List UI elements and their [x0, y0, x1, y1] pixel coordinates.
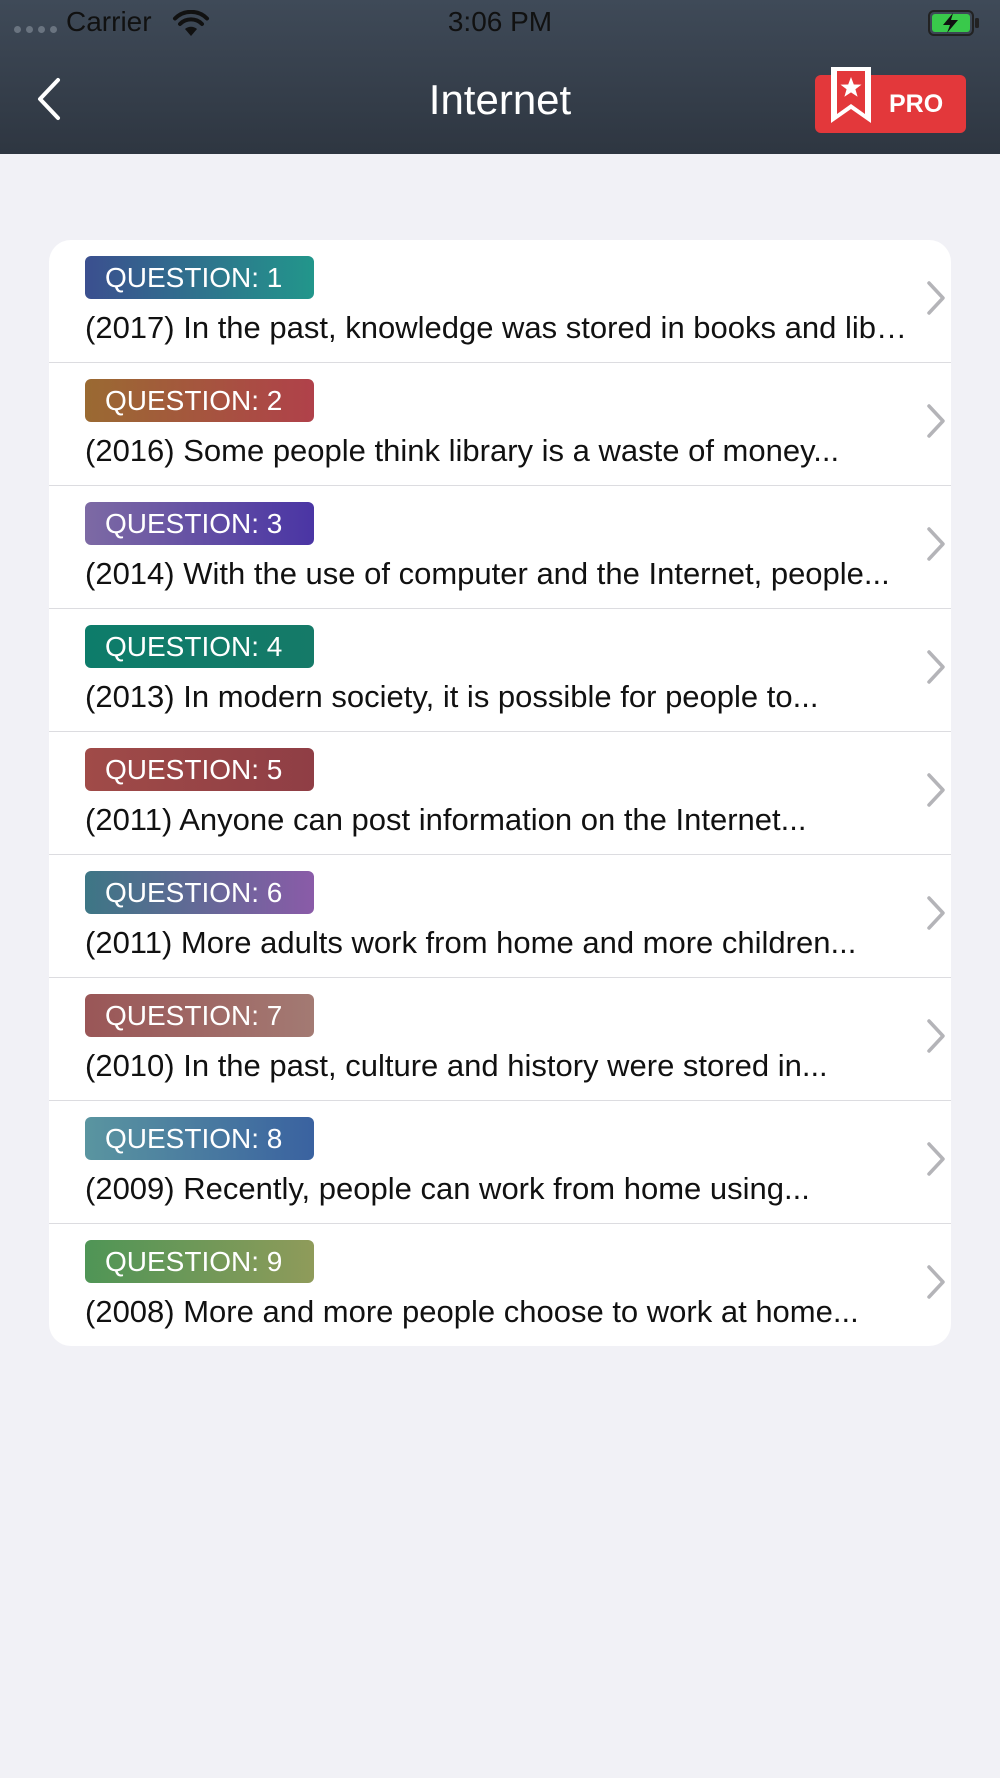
- question-row[interactable]: QUESTION: 9 (2008) More and more people c…: [49, 1224, 951, 1346]
- question-text: (2014) With the use of computer and the …: [85, 556, 890, 591]
- chevron-right-icon: [927, 773, 945, 807]
- status-time: 3:06 PM: [447, 6, 553, 37]
- chevron-right-icon: [927, 281, 945, 315]
- question-number-badge: QUESTION: 8: [85, 1117, 314, 1160]
- chevron-right-icon: [927, 896, 945, 930]
- question-text: (2009) Recently, people can work from ho…: [85, 1171, 810, 1206]
- question-number-badge: QUESTION: 9: [85, 1240, 314, 1283]
- battery-charging-icon: [928, 10, 979, 36]
- question-number-badge: QUESTION: 1: [85, 256, 314, 299]
- question-text: (2008) More and more people choose to wo…: [85, 1294, 859, 1329]
- question-text: (2011) More adults work from home and mo…: [85, 925, 857, 960]
- pro-upgrade-button[interactable]: PRO: [815, 67, 966, 133]
- question-number-badge: QUESTION: 5: [85, 748, 314, 791]
- question-number-badge: QUESTION: 4: [85, 625, 314, 668]
- bookmark-star-icon: [831, 67, 871, 123]
- question-number-badge: QUESTION: 2: [85, 379, 314, 422]
- chevron-right-icon: [927, 1019, 945, 1053]
- question-row[interactable]: QUESTION: 5 (2011) Anyone can post inform…: [49, 732, 951, 855]
- question-text: (2016) Some people think library is a wa…: [85, 433, 840, 468]
- question-number-badge: QUESTION: 7: [85, 994, 314, 1037]
- pro-label: PRO: [889, 90, 944, 118]
- question-text: (2017) In the past, knowledge was stored…: [85, 310, 907, 345]
- question-row[interactable]: QUESTION: 4 (2013) In modern society, it …: [49, 609, 951, 732]
- question-number-badge: QUESTION: 3: [85, 502, 314, 545]
- chevron-right-icon: [927, 527, 945, 561]
- question-list: QUESTION: 1 (2017) In the past, knowledge…: [49, 240, 951, 1346]
- question-text: (2013) In modern society, it is possible…: [85, 679, 819, 714]
- question-row[interactable]: QUESTION: 6 (2011) More adults work from …: [49, 855, 951, 978]
- question-text: (2011) Anyone can post information on th…: [85, 802, 807, 837]
- question-row[interactable]: QUESTION: 2 (2016) Some people think libr…: [49, 363, 951, 486]
- chevron-right-icon: [927, 650, 945, 684]
- question-row[interactable]: QUESTION: 3 (2014) With the use of comput…: [49, 486, 951, 609]
- chevron-right-icon: [927, 404, 945, 438]
- question-row[interactable]: QUESTION: 8 (2009) Recently, people can w…: [49, 1101, 951, 1224]
- question-row[interactable]: QUESTION: 1 (2017) In the past, knowledge…: [49, 240, 951, 363]
- header: Carrier 3:06 PM Internet PRO: [0, 0, 1000, 154]
- question-number-badge: QUESTION: 6: [85, 871, 314, 914]
- question-row[interactable]: QUESTION: 7 (2010) In the past, culture a…: [49, 978, 951, 1101]
- chevron-right-icon: [927, 1142, 945, 1176]
- navigation-bar: Internet PRO: [0, 60, 1000, 150]
- question-text: (2010) In the past, culture and history …: [85, 1048, 828, 1083]
- status-bar: Carrier 3:06 PM: [0, 0, 1000, 48]
- chevron-right-icon: [927, 1265, 945, 1299]
